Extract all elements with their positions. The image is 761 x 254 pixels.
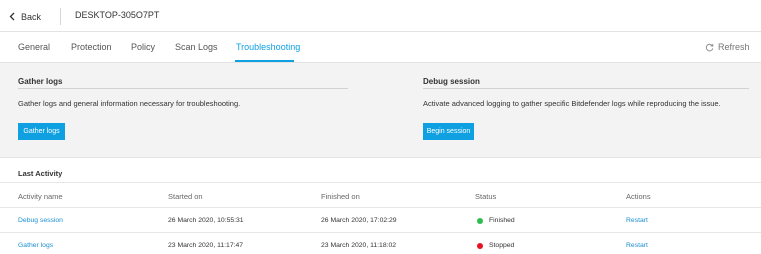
status-label: Stopped xyxy=(489,242,515,249)
debug-session-title: Debug session xyxy=(423,77,480,86)
started-on-value: 23 March 2020, 11:17:47 xyxy=(168,242,244,249)
debug-session-divider xyxy=(423,88,749,89)
status-badge: Stopped xyxy=(477,242,514,249)
debug-session-description: Activate advanced logging to gather spec… xyxy=(423,99,721,108)
active-tab-indicator xyxy=(235,60,294,62)
table-row-divider xyxy=(0,232,761,233)
gather-logs-title: Gather logs xyxy=(18,77,63,86)
tab-bar: General Protection Policy Scan Logs Trou… xyxy=(0,32,761,63)
column-started-on: Started on xyxy=(168,192,203,201)
status-label: Finished xyxy=(489,217,515,224)
begin-session-button[interactable]: Begin session xyxy=(423,123,474,140)
refresh-label: Refresh xyxy=(718,42,750,52)
tab-scan-logs[interactable]: Scan Logs xyxy=(175,42,218,52)
status-stopped-icon xyxy=(477,242,483,249)
refresh-button[interactable]: Refresh xyxy=(705,42,750,52)
column-actions: Actions xyxy=(626,192,651,201)
gather-logs-description: Gather logs and general information nece… xyxy=(18,99,241,108)
started-on-value: 26 March 2020, 10:55:31 xyxy=(168,217,244,224)
column-finished-on: Finished on xyxy=(321,192,360,201)
column-activity-name: Activity name xyxy=(18,192,63,201)
back-label: Back xyxy=(21,11,42,22)
table-row-divider xyxy=(0,207,761,208)
last-activity-title: Last Activity xyxy=(18,169,63,178)
back-button[interactable]: Back xyxy=(9,9,41,24)
tab-protection[interactable]: Protection xyxy=(71,42,112,52)
finished-on-value: 23 March 2020, 11:18:02 xyxy=(321,242,397,249)
restart-link[interactable]: Restart xyxy=(626,217,648,224)
activity-name-link[interactable]: Debug session xyxy=(18,217,63,224)
refresh-icon xyxy=(705,43,714,51)
finished-on-value: 26 March 2020, 17:02:29 xyxy=(321,217,397,224)
status-badge: Finished xyxy=(477,217,515,224)
device-name: DESKTOP-305O7PT xyxy=(75,10,160,20)
chevron-left-icon xyxy=(9,12,15,21)
divider xyxy=(60,8,61,25)
table-header-divider xyxy=(0,182,761,183)
status-finished-icon xyxy=(477,217,483,224)
gather-logs-divider xyxy=(18,88,348,89)
tab-general[interactable]: General xyxy=(18,42,50,52)
actions-panel: Gather logs Gather logs and general info… xyxy=(0,63,761,158)
column-status: Status xyxy=(475,192,497,201)
restart-link[interactable]: Restart xyxy=(626,242,648,249)
tab-policy[interactable]: Policy xyxy=(131,42,155,52)
gather-logs-button[interactable]: Gather logs xyxy=(18,123,65,140)
activity-name-link[interactable]: Gather logs xyxy=(18,242,53,249)
tab-troubleshooting[interactable]: Troubleshooting xyxy=(236,42,300,52)
top-bar: Back DESKTOP-305O7PT xyxy=(0,0,761,32)
